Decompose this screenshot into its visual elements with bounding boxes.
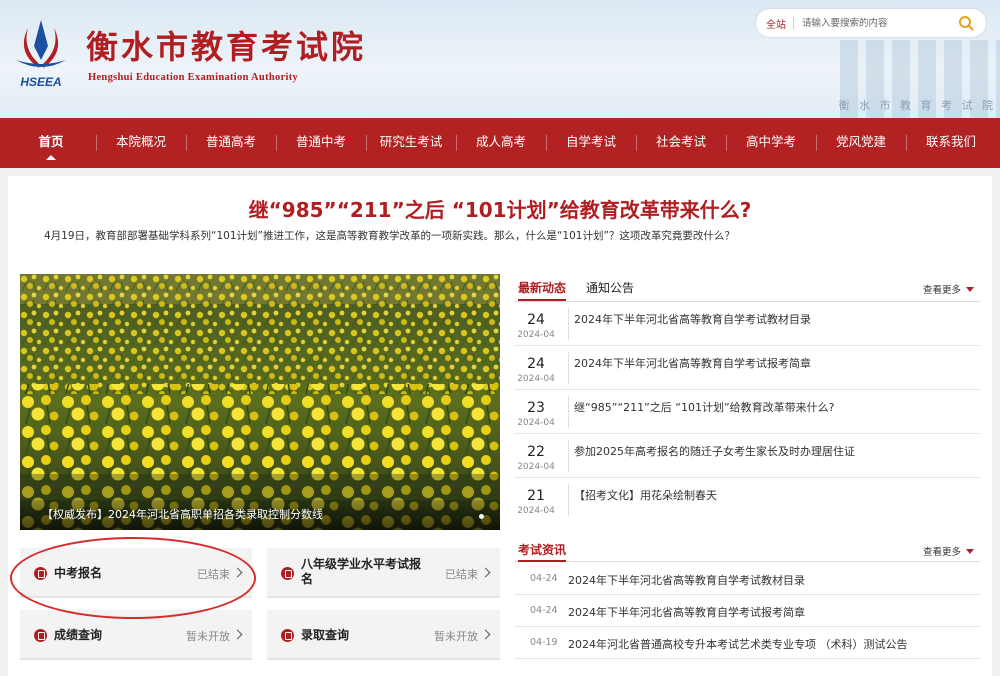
news-item[interactable]: 21 2024-04 【招考文化】用花朵绘制春天 — [514, 478, 980, 522]
caret-down-icon — [966, 549, 974, 554]
news-title[interactable]: 【招考文化】用花朵绘制春天 — [574, 487, 717, 503]
exam-info-item[interactable]: 04-24 2024年下半年河北省高等教育自学考试教材目录 — [514, 563, 980, 595]
news-item[interactable]: 23 2024-04 继“985”“211”之后 “101计划”给教育改革带来什… — [514, 390, 980, 434]
search-box: 全站 — [756, 9, 986, 37]
news-title[interactable]: 2024年下半年河北省高等教育自学考试报考简章 — [574, 355, 811, 371]
tab-notices[interactable]: 通知公告 — [586, 279, 634, 301]
divider — [568, 352, 569, 384]
chevron-right-icon — [232, 567, 243, 578]
site-subtitle: Hengshui Education Examination Authority — [88, 72, 299, 83]
nav-item-adult-exam[interactable]: 成人高考 — [456, 118, 546, 168]
exam-info-more-link[interactable]: 查看更多 — [923, 544, 974, 558]
chevron-right-icon — [480, 567, 491, 578]
news-title[interactable]: 2024年下半年河北省高等教育自学考试教材目录 — [574, 311, 811, 327]
header-slogan: 衡 水 市 教 育 考 试 院 — [838, 99, 996, 112]
nav-item-zhongkao[interactable]: 普通中考 — [276, 118, 366, 168]
admission-icon — [281, 629, 294, 642]
chevron-right-icon — [232, 629, 243, 640]
news-item[interactable]: 24 2024-04 2024年下半年河北省高等教育自学考试报考简章 — [514, 346, 980, 390]
news-item[interactable]: 24 2024-04 2024年下半年河北省高等教育自学考试教材目录 — [514, 302, 980, 346]
news-month: 2024-04 — [517, 506, 555, 516]
hseea-logo[interactable]: HSEEA — [6, 16, 76, 90]
news-day: 24 — [527, 356, 545, 372]
nav-item-self-study-exam[interactable]: 自学考试 — [546, 118, 636, 168]
tab-latest-news[interactable]: 最新动态 — [518, 279, 567, 301]
news-tabs: 最新动态 通知公告 查看更多 — [514, 274, 980, 302]
news-day: 22 — [527, 444, 545, 460]
signup-icon — [34, 567, 47, 580]
search-divider — [793, 17, 794, 29]
service-status: 已结束 — [445, 568, 478, 581]
nav-item-party[interactable]: 党风党建 — [816, 118, 906, 168]
service-grade8-exam-signup[interactable]: 八年级学业水平考试报名 已结束 — [267, 548, 500, 598]
exam-info-date: 04-19 — [530, 637, 558, 648]
site-header: HSEEA 衡水市教育考试院 Hengshui Education Examin… — [0, 0, 1000, 118]
search-scope[interactable]: 全站 — [766, 16, 786, 31]
headline-title[interactable]: 继“985”“211”之后 “101计划”给教育改革带来什么? — [8, 194, 992, 223]
site-title: 衡水市教育考试院 — [86, 28, 367, 66]
service-score-query[interactable]: 成绩查询 暂未开放 — [20, 610, 252, 660]
service-status: 已结束 — [197, 568, 230, 581]
service-label: 录取查询 — [301, 628, 350, 642]
service-status: 暂未开放 — [186, 630, 230, 643]
exam-info-item[interactable]: 04-24 2024年下半年河北省高等教育自学考试报考简章 — [514, 595, 980, 627]
news-month: 2024-04 — [517, 374, 555, 384]
exam-info-tabs: 考试资讯 查看更多 — [514, 538, 980, 562]
exam-info-item[interactable]: 04-19 2024年河北省普通高校专升本考试艺术类专业专项 （术科）测试公告 — [514, 627, 980, 659]
service-zhongkao-signup[interactable]: 中考报名 已结束 — [20, 548, 252, 598]
divider — [568, 440, 569, 472]
service-label: 八年级学业水平考试报名 — [301, 557, 422, 586]
svg-text:HSEEA: HSEEA — [20, 75, 61, 89]
news-day: 21 — [527, 488, 545, 504]
banner-image — [20, 274, 500, 530]
news-title[interactable]: 继“985”“211”之后 “101计划”给教育改革带来什么? — [574, 399, 835, 415]
news-day: 23 — [527, 400, 545, 416]
news-item[interactable]: 22 2024-04 参加2025年高考报名的随迁子女考生家长及时办理居住证 — [514, 434, 980, 478]
service-label: 成绩查询 — [54, 628, 103, 642]
exam-info-title[interactable]: 2024年下半年河北省高等教育自学考试教材目录 — [568, 572, 805, 588]
news-title[interactable]: 参加2025年高考报名的随迁子女考生家长及时办理居住证 — [574, 443, 855, 459]
headline-lead: 4月19日，教育部部署基础学科系列“101计划”推进工作，这是高等教育教学改革的… — [44, 230, 735, 242]
main-content: 继“985”“211”之后 “101计划”给教育改革带来什么? 4月19日，教育… — [8, 176, 992, 676]
exam-info-date: 04-24 — [530, 573, 558, 584]
news-month: 2024-04 — [517, 418, 555, 428]
news-month: 2024-04 — [517, 462, 555, 472]
nav-item-contact[interactable]: 联系我们 — [906, 118, 996, 168]
search-icon[interactable] — [958, 15, 974, 31]
search-input[interactable] — [802, 14, 952, 32]
news-month: 2024-04 — [517, 330, 555, 340]
score-icon — [34, 629, 47, 642]
carousel-indicator[interactable] — [479, 514, 484, 519]
nav-item-gaokao[interactable]: 普通高考 — [186, 118, 276, 168]
divider — [568, 308, 569, 340]
banner-caption[interactable]: 【权威发布】2024年河北省高职单招各类录取控制分数线 — [20, 500, 500, 530]
news-day: 24 — [527, 312, 545, 328]
exam-info-title[interactable]: 2024年河北省普通高校专升本考试艺术类专业专项 （术科）测试公告 — [568, 636, 908, 652]
exam-info-title[interactable]: 2024年下半年河北省高等教育自学考试报考简章 — [568, 604, 805, 620]
signup-icon — [281, 567, 294, 580]
news-more-link[interactable]: 查看更多 — [923, 282, 974, 296]
nav-item-home[interactable]: 首页 — [6, 118, 96, 168]
service-admission-query[interactable]: 录取查询 暂未开放 — [267, 610, 500, 660]
banner-carousel[interactable]: 【权威发布】2024年河北省高职单招各类录取控制分数线 — [20, 274, 500, 530]
chevron-right-icon — [480, 629, 491, 640]
exam-info-date: 04-24 — [530, 605, 558, 616]
nav-item-social-exam[interactable]: 社会考试 — [636, 118, 726, 168]
divider — [568, 484, 569, 516]
nav-item-about[interactable]: 本院概况 — [96, 118, 186, 168]
service-label: 中考报名 — [54, 566, 103, 580]
caret-down-icon — [966, 287, 974, 292]
divider — [568, 396, 569, 428]
nav-item-high-school-exam[interactable]: 高中学考 — [726, 118, 816, 168]
nav-item-graduate-exam[interactable]: 研究生考试 — [366, 118, 456, 168]
main-nav: 首页 本院概况 普通高考 普通中考 研究生考试 成人高考 自学考试 社会考试 高… — [0, 118, 1000, 168]
tab-exam-info[interactable]: 考试资讯 — [518, 541, 567, 562]
service-status: 暂未开放 — [434, 630, 478, 643]
